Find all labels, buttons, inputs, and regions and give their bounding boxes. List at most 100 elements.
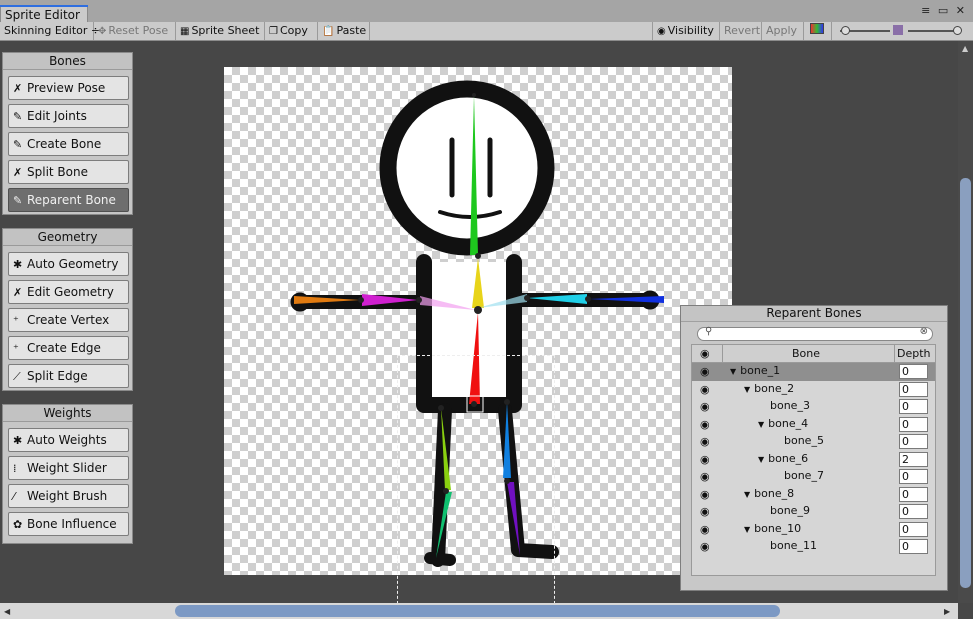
reparent-bones-window: Reparent Bones ⚲ ⊗ ◉ Bone Depth ◉ ▼ bone_1… [680, 305, 948, 591]
create-vertex-label: Create Vertex [27, 313, 110, 327]
bone-search-input[interactable]: ⚲ ⊗ [697, 326, 933, 341]
split-edge-button[interactable]: ⟋ Split Edge [8, 364, 129, 388]
split-bone-icon: ✗ [13, 166, 23, 179]
bone-influence-button[interactable]: ✿ Bone Influence [8, 512, 129, 536]
eye-icon[interactable]: ◉ [700, 383, 710, 396]
scroll-left-arrow-icon[interactable]: ◀ [4, 607, 10, 616]
bone-name: ▼ bone_4 [758, 417, 808, 430]
scroll-up-arrow-icon[interactable]: ▲ [962, 44, 968, 53]
bone-name-label: bone_6 [768, 451, 809, 465]
weight-brush-icon: ⁄ [13, 490, 15, 503]
weight-slider-label: Weight Slider [27, 461, 107, 475]
expand-triangle-icon[interactable]: ▼ [730, 367, 736, 376]
expand-triangle-icon[interactable]: ▼ [744, 385, 750, 394]
create-vertex-button[interactable]: ⁺ Create Vertex [8, 308, 129, 332]
auto-weights-label: Auto Weights [27, 433, 107, 447]
bone-name-label: bone_9 [770, 504, 810, 517]
bone-row[interactable]: ◉ ▼ bone_2 0 [692, 381, 935, 399]
weights-panel: Weights ✱ Auto Weights ⁞ Weight Slider ⁄ We… [2, 404, 133, 544]
depth-field[interactable]: 0 [899, 469, 928, 484]
split-bone-label: Split Bone [27, 165, 88, 179]
eye-icon[interactable]: ◉ [700, 488, 710, 501]
bone-row[interactable]: ◉ ▼ bone_8 0 [692, 486, 935, 504]
bones-panel-title: Bones [3, 53, 132, 70]
bone-name-label: bone_3 [770, 399, 810, 412]
eye-icon[interactable]: ◉ [700, 365, 710, 378]
bone-row[interactable]: ◉ bone_7 0 [692, 468, 935, 486]
expand-triangle-icon[interactable]: ▼ [744, 490, 750, 499]
scroll-right-arrow-icon[interactable]: ▶ [944, 607, 950, 616]
weight-brush-button[interactable]: ⁄ Weight Brush [8, 484, 129, 508]
preview-pose-label: Preview Pose [27, 81, 106, 95]
edit-joints-label: Edit Joints [27, 109, 87, 123]
create-edge-button[interactable]: ⁺ Create Edge [8, 336, 129, 360]
bone-row[interactable]: ◉ ▼ bone_6 2 [692, 451, 935, 469]
create-bone-button[interactable]: ✎ Create Bone [8, 132, 129, 156]
depth-field[interactable]: 0 [899, 486, 928, 502]
bones-panel: Bones ✗ Preview Pose ✎ Edit Joints ✎ Create… [2, 52, 133, 215]
eye-icon[interactable]: ◉ [700, 505, 710, 518]
depth-field[interactable]: 0 [899, 521, 928, 537]
bone-influence-label: Bone Influence [27, 517, 117, 531]
auto-geometry-icon: ✱ [13, 258, 23, 271]
create-edge-label: Create Edge [27, 341, 101, 355]
expand-triangle-icon[interactable]: ▼ [744, 525, 750, 534]
eye-icon[interactable]: ◉ [700, 470, 710, 483]
expand-triangle-icon[interactable]: ▼ [758, 455, 764, 464]
depth-field[interactable]: 0 [899, 504, 928, 519]
depth-field[interactable]: 0 [899, 364, 928, 379]
depth-field[interactable]: 2 [899, 451, 928, 467]
depth-field[interactable]: 0 [899, 399, 928, 414]
depth-field[interactable]: 0 [899, 539, 928, 554]
eye-icon[interactable]: ◉ [700, 523, 710, 536]
vertical-scroll-thumb[interactable] [960, 178, 971, 588]
bone-name-label: bone_11 [770, 539, 817, 552]
bone-name: ▼ bone_10 [744, 522, 801, 535]
split-edge-icon: ⟋ [13, 370, 21, 383]
expand-triangle-icon[interactable]: ▼ [758, 420, 764, 429]
reparent-bone-label: Reparent Bone [27, 193, 116, 207]
geometry-panel-title: Geometry [3, 229, 132, 246]
preview-pose-button[interactable]: ✗ Preview Pose [8, 76, 129, 100]
weight-slider-icon: ⁞ [13, 462, 17, 475]
auto-geometry-label: Auto Geometry [27, 257, 119, 271]
split-bone-button[interactable]: ✗ Split Bone [8, 160, 129, 184]
edit-joints-icon: ✎ [13, 110, 23, 123]
bone-name-label: bone_7 [784, 469, 824, 482]
eye-icon[interactable]: ◉ [700, 400, 710, 413]
visibility-column-eye-icon: ◉ [700, 347, 710, 360]
eye-icon[interactable]: ◉ [700, 453, 710, 466]
bone-row[interactable]: ◉ bone_9 0 [692, 503, 935, 521]
table-header: ◉ Bone Depth [692, 345, 935, 363]
bone-name: ▼ bone_1 [730, 364, 780, 377]
preview-pose-icon: ✗ [13, 82, 23, 95]
bone-row[interactable]: ◉ ▼ bone_4 0 [692, 416, 935, 434]
horizontal-scroll-thumb[interactable] [175, 605, 780, 617]
auto-geometry-button[interactable]: ✱ Auto Geometry [8, 252, 129, 276]
create-edge-icon: ⁺ [13, 342, 19, 355]
auto-weights-button[interactable]: ✱ Auto Weights [8, 428, 129, 452]
create-bone-label: Create Bone [27, 137, 102, 151]
eye-icon[interactable]: ◉ [700, 540, 710, 553]
depth-field[interactable]: 0 [899, 416, 928, 432]
selection-rectangle [397, 355, 555, 619]
bone-name: ▼ bone_2 [744, 382, 794, 395]
eye-icon[interactable]: ◉ [700, 435, 710, 448]
edit-joints-button[interactable]: ✎ Edit Joints [8, 104, 129, 128]
eye-icon[interactable]: ◉ [700, 418, 710, 431]
bone-row[interactable]: ◉ bone_11 0 [692, 538, 935, 556]
bone-column-header: Bone [792, 347, 821, 360]
bone-name-label: bone_1 [740, 364, 781, 377]
clear-search-icon[interactable]: ⊗ [920, 326, 928, 337]
reparent-bone-icon: ✎ [13, 194, 23, 207]
reparent-bone-button[interactable]: ✎ Reparent Bone [8, 188, 129, 212]
depth-field[interactable]: 0 [899, 434, 928, 449]
reparent-bones-title: Reparent Bones [681, 306, 947, 322]
bone-row[interactable]: ◉ bone_3 0 [692, 398, 935, 416]
weight-slider-button[interactable]: ⁞ Weight Slider [8, 456, 129, 480]
bone-row[interactable]: ◉ bone_5 0 [692, 433, 935, 451]
bone-row[interactable]: ◉ ▼ bone_10 0 [692, 521, 935, 539]
edit-geometry-button[interactable]: ✗ Edit Geometry [8, 280, 129, 304]
depth-field[interactable]: 0 [899, 381, 928, 397]
bone-row[interactable]: ◉ ▼ bone_1 0 [692, 363, 935, 381]
